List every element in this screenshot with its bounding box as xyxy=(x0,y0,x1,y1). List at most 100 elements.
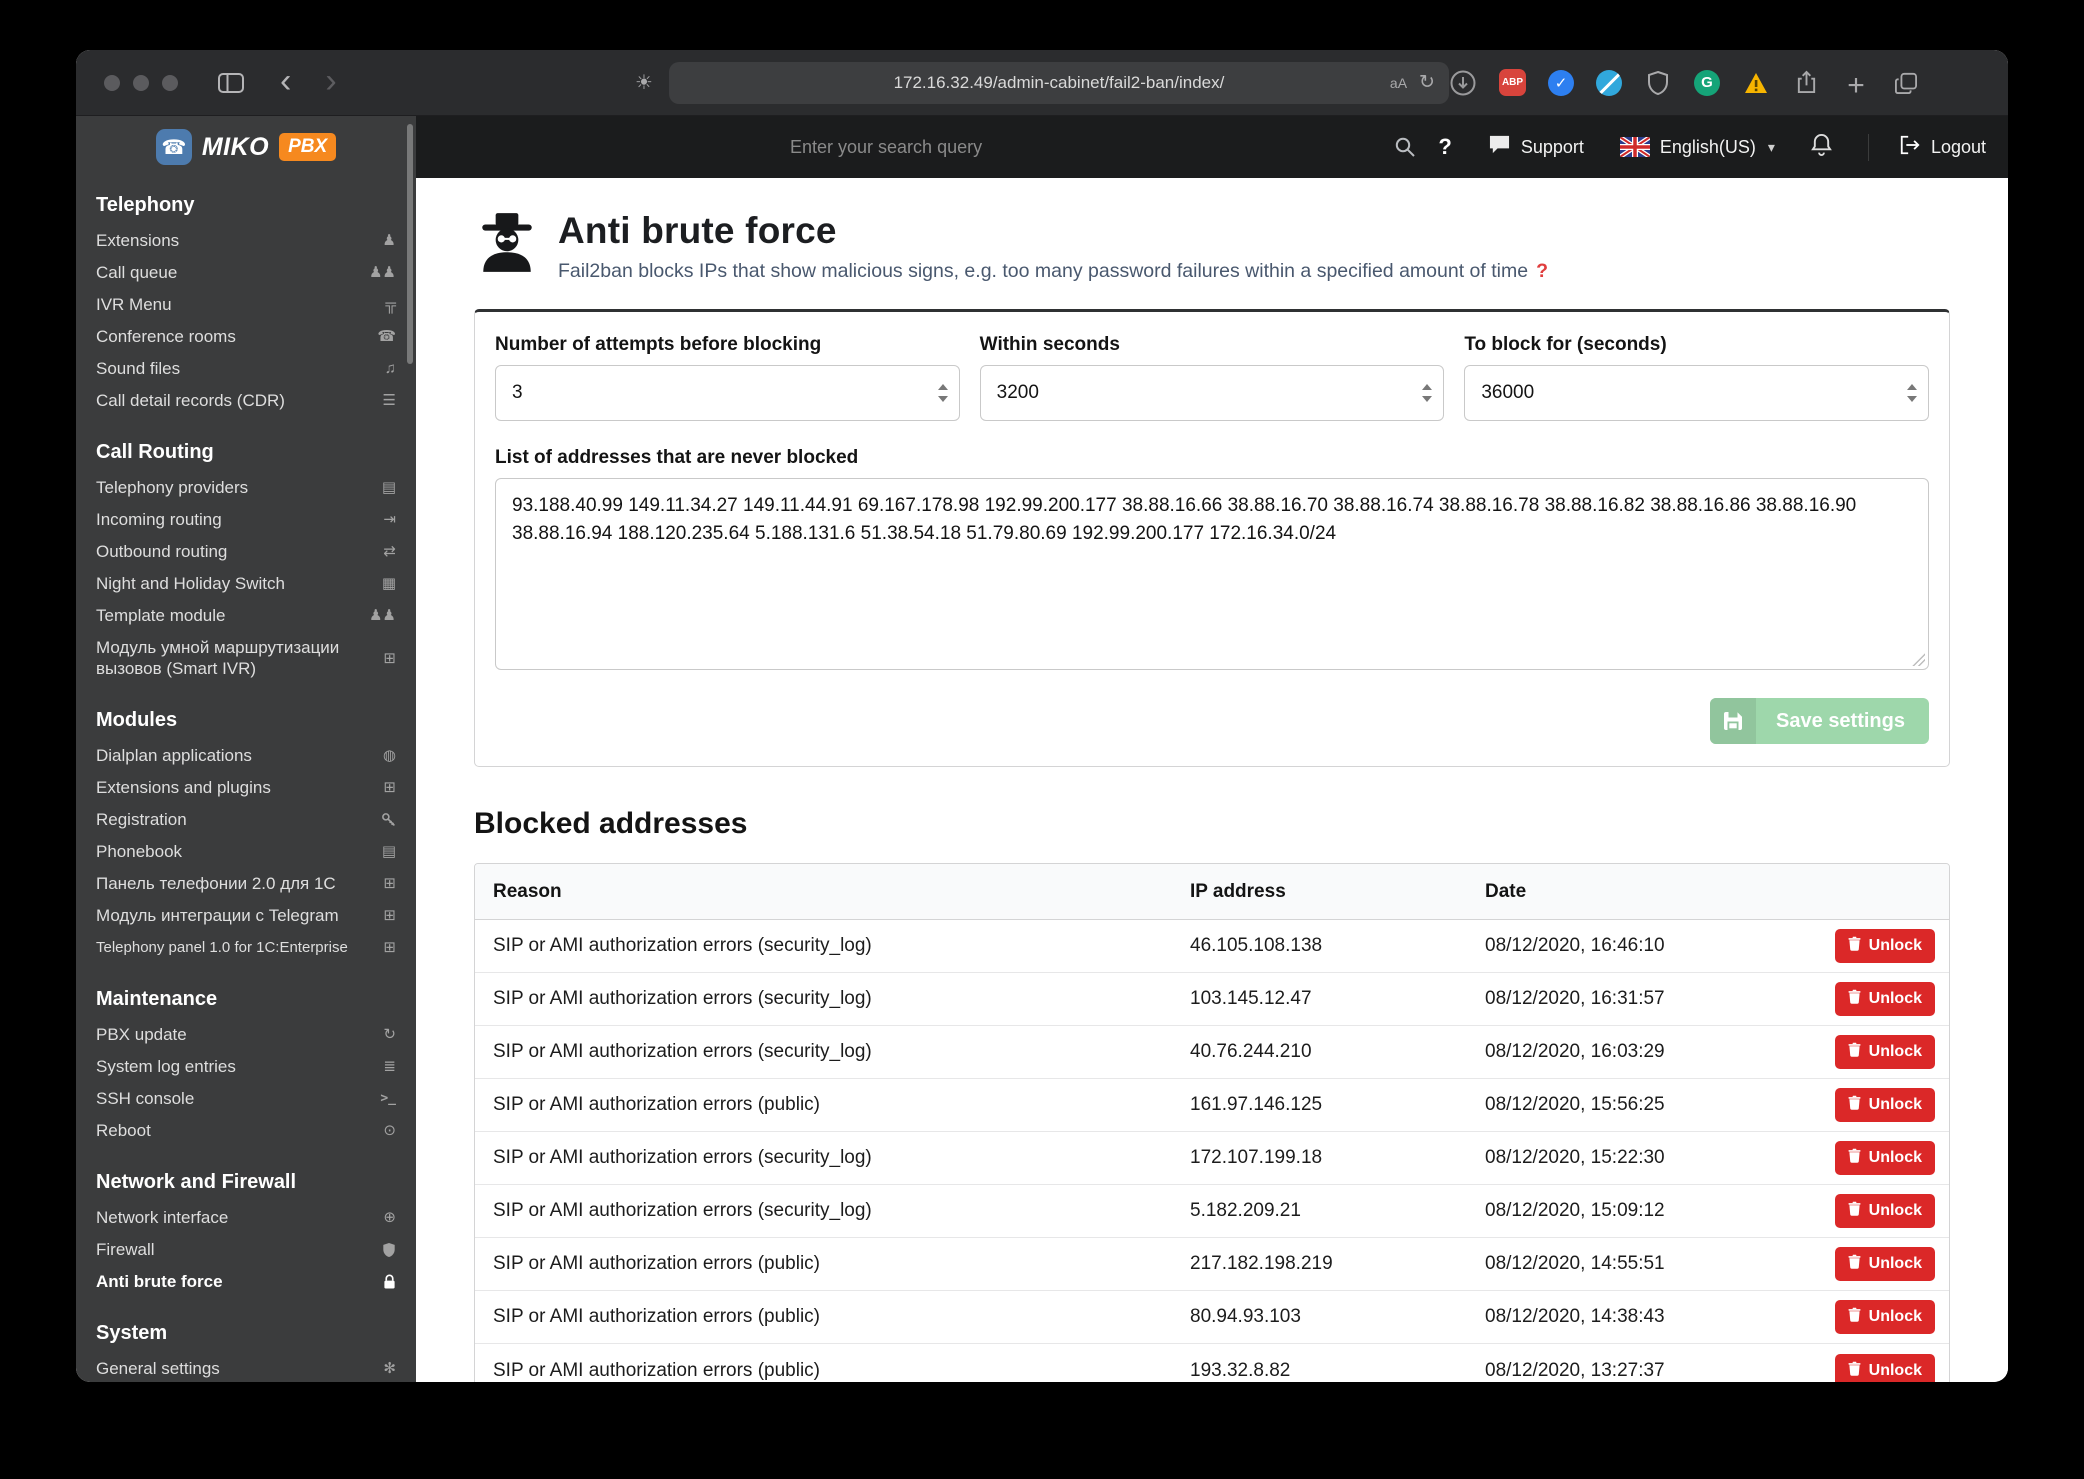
block-for-stepper[interactable] xyxy=(1907,384,1918,402)
sidebar-item-extensions-and-plugins[interactable]: Extensions and plugins ⊞ xyxy=(76,772,416,804)
privacy-shield-icon[interactable] xyxy=(1644,69,1672,97)
share-icon[interactable] xyxy=(1792,69,1820,97)
reload-icon[interactable]: ↻ xyxy=(1419,71,1435,94)
adblock-extension-icon[interactable]: ABP xyxy=(1499,69,1526,96)
section-title: Network and Firewall xyxy=(96,1171,297,1193)
sidebar-item-pbx-update[interactable]: PBX update ↻ xyxy=(76,1019,416,1051)
new-tab-icon[interactable]: + xyxy=(1842,69,1870,102)
toolbar-icons: ABP ✓ G + xyxy=(1449,69,2008,102)
help-icon[interactable]: ? xyxy=(1438,134,1451,160)
section-title: Call Routing xyxy=(96,441,214,463)
sidebar-item-conference-rooms[interactable]: Conference rooms ☎ xyxy=(76,321,416,353)
window-minimize-button[interactable] xyxy=(133,74,149,91)
sidebar-item-reboot[interactable]: Reboot ⊙ xyxy=(76,1115,416,1147)
appearance-extension-icon[interactable]: ☀ xyxy=(635,70,653,95)
page-header: Anti brute force Fail2ban blocks IPs tha… xyxy=(474,210,1950,283)
module-icon: ⊞ xyxy=(383,907,396,924)
sidebar-item-cdr[interactable]: Call detail records (CDR) ☰ xyxy=(76,385,416,417)
window-close-button[interactable] xyxy=(104,74,120,91)
unlock-button[interactable]: Unlock xyxy=(1834,929,1935,963)
brand-name: MIKO xyxy=(201,132,270,161)
save-settings-button[interactable]: Save settings xyxy=(1710,698,1929,744)
attempts-stepper[interactable] xyxy=(937,384,948,402)
browser-sidebar-toggle-icon[interactable] xyxy=(218,72,244,93)
unlock-button[interactable]: Unlock xyxy=(1834,982,1935,1016)
sidebar-item-system-log-entries[interactable]: System log entries ≣ xyxy=(76,1051,416,1083)
unlock-button[interactable]: Unlock xyxy=(1834,1035,1935,1069)
sidebar-item-night-holiday-switch[interactable]: Night and Holiday Switch ▦ xyxy=(76,568,416,600)
section-title: System xyxy=(96,1322,168,1344)
sidebar-item-network-interface[interactable]: Network interface ⊕ xyxy=(76,1202,416,1234)
trash-icon xyxy=(1848,989,1861,1009)
back-button[interactable]: ‹ xyxy=(280,64,291,102)
logout-button[interactable]: Logout xyxy=(1867,133,1986,161)
page-subtitle: Fail2ban blocks IPs that show malicious … xyxy=(558,260,1529,282)
address-bar[interactable]: 172.16.32.49/admin-cabinet/fail2-ban/ind… xyxy=(668,61,1449,104)
checkmark-extension-icon[interactable]: ✓ xyxy=(1548,69,1574,96)
within-seconds-input[interactable] xyxy=(979,365,1445,421)
sidebar-item-telephony-panel-1c[interactable]: Telephony panel 1.0 for 1C:Enterprise ⊞ xyxy=(76,932,416,964)
warning-extension-icon[interactable] xyxy=(1742,69,1770,97)
notifications-bell-icon[interactable] xyxy=(1811,133,1832,162)
unlock-label: Unlock xyxy=(1868,1202,1922,1219)
sitemap-icon: ╦ xyxy=(385,296,396,313)
reason-cell: SIP or AMI authorization errors (securit… xyxy=(493,935,872,956)
sidebar-item-sound-files[interactable]: Sound files ♫ xyxy=(76,353,416,385)
language-label: English(US) xyxy=(1659,136,1756,157)
sidebar-item-firewall[interactable]: Firewall xyxy=(76,1234,416,1266)
sidebar-scrollbar[interactable] xyxy=(407,124,413,364)
logo[interactable]: ☎ MIKO PBX xyxy=(76,116,416,178)
search-icon[interactable] xyxy=(1394,136,1416,158)
text-size-icon[interactable]: aA xyxy=(1390,75,1407,91)
attempts-input[interactable] xyxy=(495,365,960,421)
unlock-button[interactable]: Unlock xyxy=(1834,1141,1935,1175)
sidebar-item-telegram-module[interactable]: Модуль интеграции с Telegram ⊞ xyxy=(76,900,416,932)
sidebar-item-anti-brute-force[interactable]: Anti brute force xyxy=(76,1266,416,1298)
resize-grip[interactable] xyxy=(1912,653,1925,666)
search-input[interactable] xyxy=(788,135,1388,159)
url-text: 172.16.32.49/admin-cabinet/fail2-ban/ind… xyxy=(893,72,1225,92)
language-selector[interactable]: English(US) ▾ xyxy=(1619,136,1775,158)
window-zoom-button[interactable] xyxy=(162,74,178,91)
sidebar-item-call-queue[interactable]: Call queue ♟♟ xyxy=(76,257,416,289)
whitelist-textarea[interactable]: 93.188.40.99 149.11.34.27 149.11.44.91 6… xyxy=(495,478,1929,670)
sidebar-item-general-settings[interactable]: General settings ✻ xyxy=(76,1353,416,1382)
sidebar-item-ssh-console[interactable]: SSH console >_ xyxy=(76,1083,416,1115)
reason-cell: SIP or AMI authorization errors (public) xyxy=(493,1253,821,1274)
sidebar-item-outbound-routing[interactable]: Outbound routing ⇄ xyxy=(76,536,416,568)
sidebar-item-smart-ivr[interactable]: Модуль умной маршрутизации вызовов (Smar… xyxy=(76,632,416,685)
table-row: SIP or AMI authorization errors (securit… xyxy=(475,1026,1949,1079)
sidebar-item-panel-1c[interactable]: Панель телефонии 2.0 для 1С ⊞ xyxy=(76,868,416,900)
block-for-input[interactable] xyxy=(1464,365,1930,421)
tab-overview-icon[interactable] xyxy=(1892,69,1920,97)
unlock-button[interactable]: Unlock xyxy=(1834,1088,1935,1122)
sidebar-item-registration[interactable]: Registration xyxy=(76,804,416,836)
sidebar-item-template-module[interactable]: Template module ♟♟ xyxy=(76,600,416,632)
support-button[interactable]: Support xyxy=(1488,134,1584,160)
unlock-button[interactable]: Unlock xyxy=(1834,1194,1935,1228)
sidebar-item-ivr-menu[interactable]: IVR Menu ╦ xyxy=(76,289,416,321)
subtitle-help-icon[interactable]: ? xyxy=(1536,260,1548,282)
sidebar-item-dialplan-applications[interactable]: Dialplan applications ◍ xyxy=(76,740,416,772)
trash-icon xyxy=(1848,1148,1861,1168)
unlock-button[interactable]: Unlock xyxy=(1834,1353,1935,1382)
forward-button[interactable]: › xyxy=(325,64,336,102)
ip-cell: 217.182.198.219 xyxy=(1190,1253,1333,1274)
sidebar-item-label: SSH console xyxy=(96,1089,195,1108)
sidebar-item-label: Network interface xyxy=(96,1208,229,1227)
phone-logo-icon: ☎ xyxy=(155,129,192,165)
sidebar-item-telephony-providers[interactable]: Telephony providers ▤ xyxy=(76,472,416,504)
unlock-button[interactable]: Unlock xyxy=(1834,1300,1935,1334)
within-seconds-stepper[interactable] xyxy=(1422,384,1433,402)
within-seconds-label: Within seconds xyxy=(979,334,1120,355)
sidebar-item-extensions[interactable]: Extensions ♟ xyxy=(76,225,416,257)
address-bar-area: ☀ 172.16.32.49/admin-cabinet/fail2-ban/i… xyxy=(635,61,1449,104)
grammarly-extension-icon[interactable]: G xyxy=(1694,69,1720,96)
content-blocker-extension-icon[interactable] xyxy=(1596,69,1622,96)
globe-icon: ⊕ xyxy=(383,1209,396,1226)
downloads-icon[interactable] xyxy=(1449,69,1477,97)
sidebar-item-phonebook[interactable]: Phonebook ▤ xyxy=(76,836,416,868)
module-icon: ⊞ xyxy=(383,875,396,892)
unlock-button[interactable]: Unlock xyxy=(1834,1247,1935,1281)
sidebar-item-incoming-routing[interactable]: Incoming routing ⇥ xyxy=(76,504,416,536)
